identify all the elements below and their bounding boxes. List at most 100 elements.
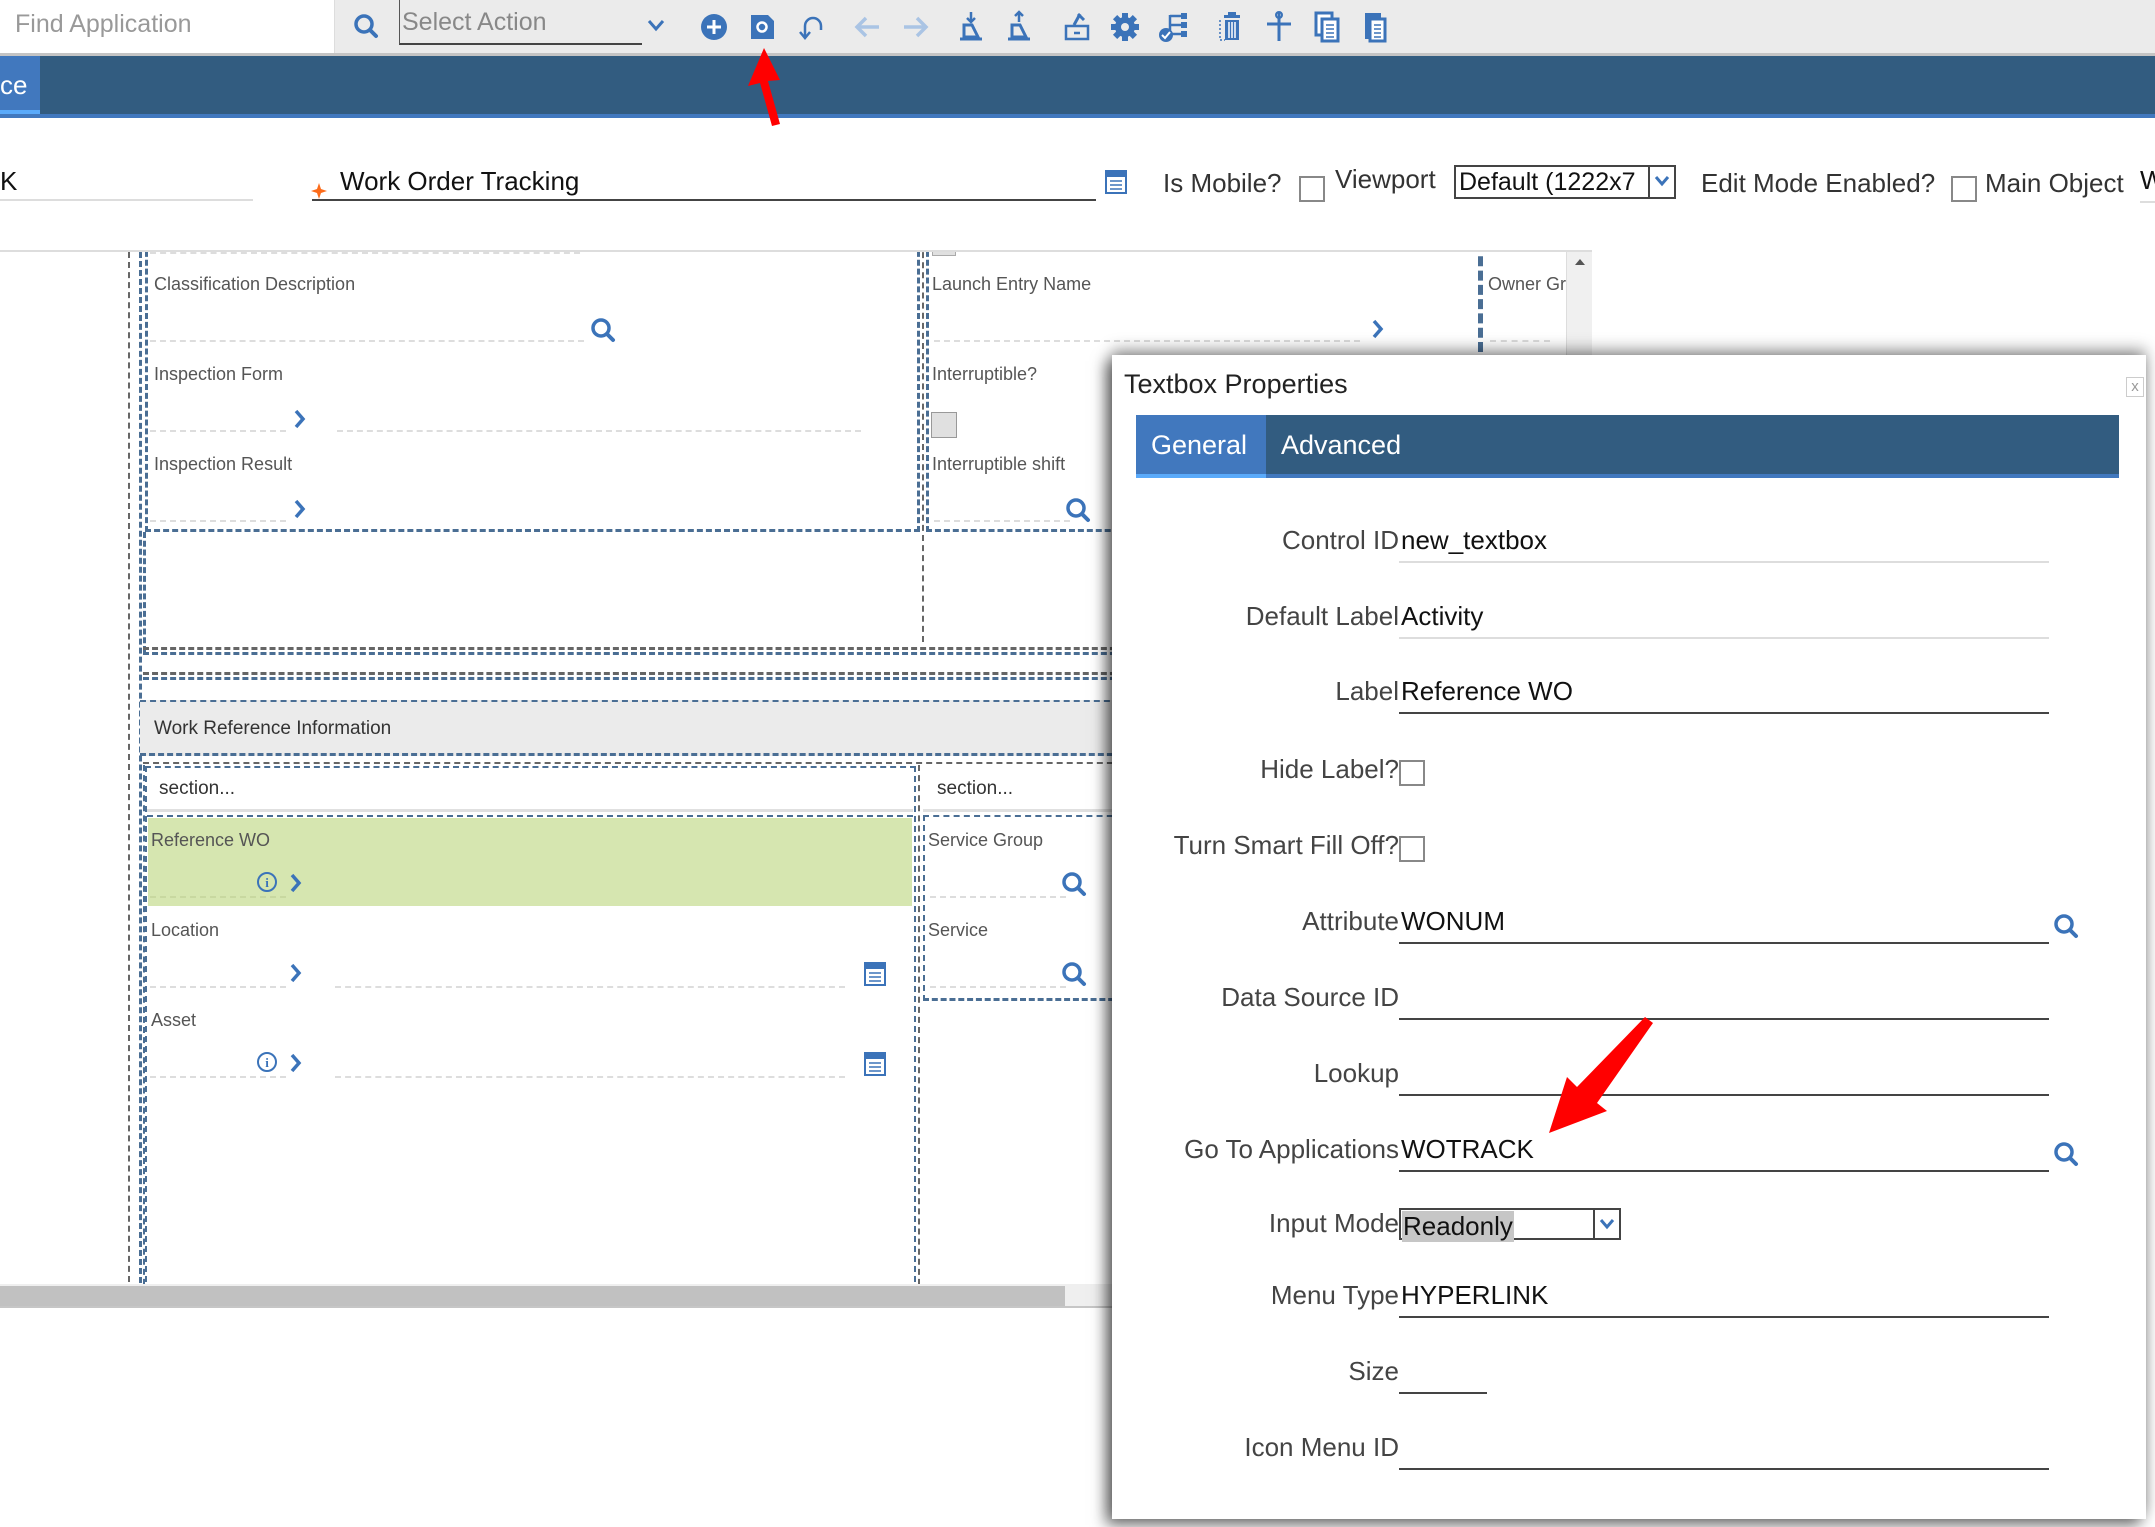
field-label: Classification Description <box>154 274 356 294</box>
section-separator <box>143 672 1143 675</box>
main-object-field[interactable]: W <box>2140 165 2155 203</box>
horizontal-scrollbar-thumb[interactable] <box>0 1286 1065 1306</box>
is-mobile-label: Is Mobile? <box>1163 168 1282 198</box>
annotation-arrow-down-icon <box>1549 1017 1653 1133</box>
field-input-line <box>930 896 1066 898</box>
checkbox-partial[interactable] <box>932 252 956 256</box>
annotation-arrow-up-icon <box>748 48 780 126</box>
chevron-down-icon[interactable] <box>1593 1210 1619 1238</box>
vertical-scrollbar[interactable] <box>1566 252 1592 362</box>
label-field[interactable]: Reference WO <box>1399 676 2049 714</box>
copy-icon[interactable] <box>1310 10 1344 44</box>
go-to-applications-field[interactable]: WOTRACK <box>1399 1134 2049 1172</box>
field-input-line <box>150 986 286 988</box>
horizontal-scrollbar[interactable] <box>0 1284 1115 1308</box>
default-label-field[interactable]: Activity <box>1399 601 2049 639</box>
control-id-field[interactable]: new_textbox <box>1399 525 2049 563</box>
add-new-icon[interactable] <box>697 10 731 44</box>
lookup-field[interactable] <box>1399 1058 2049 1096</box>
find-application-input[interactable]: Find Application <box>0 0 335 53</box>
svg-text:i: i <box>265 875 269 890</box>
field-input-line <box>934 340 1360 342</box>
guide <box>918 765 920 1295</box>
dialog-tab-bar: General Advanced <box>1136 415 2119 478</box>
info-icon[interactable]: i <box>256 871 278 893</box>
back-arrow-icon[interactable] <box>851 10 885 44</box>
menu-type-field[interactable]: HYPERLINK <box>1399 1280 2049 1318</box>
long-description-icon[interactable] <box>1105 170 1127 199</box>
long-description-icon[interactable] <box>864 1052 886 1076</box>
input-mode-select[interactable]: Readonly <box>1399 1208 1621 1242</box>
cut-icon[interactable] <box>1262 10 1296 44</box>
chevron-down-icon[interactable] <box>1648 167 1674 197</box>
forward-arrow-icon[interactable] <box>898 10 932 44</box>
info-icon[interactable]: i <box>256 1051 278 1073</box>
attribute-field[interactable]: WONUM <box>1399 906 2049 944</box>
data-source-id-field[interactable] <box>1399 982 2049 1020</box>
chevron-right-icon[interactable] <box>292 498 308 520</box>
delete-icon[interactable] <box>1214 10 1248 44</box>
hierarchy-icon[interactable] <box>1156 10 1190 44</box>
section-title: Work Reference Information <box>154 718 392 739</box>
magnifier-icon[interactable] <box>2052 912 2082 947</box>
prop-label: Turn Smart Fill Off? <box>1173 830 1399 860</box>
magnifier-icon[interactable] <box>2052 1140 2082 1175</box>
prop-label: Default Label <box>1245 601 1399 631</box>
chevron-right-icon[interactable] <box>1370 318 1386 340</box>
prop-label: Icon Menu ID <box>1244 1432 1399 1462</box>
close-icon[interactable]: x <box>2126 377 2144 397</box>
prop-row-icon-menu-id: Icon Menu ID <box>1112 1432 2146 1472</box>
edit-mode-label: Edit Mode Enabled? <box>1701 168 1936 198</box>
field-label: Location <box>151 920 220 940</box>
sub-section-header[interactable]: section... <box>923 768 1123 812</box>
tab-advanced[interactable]: Advanced <box>1266 415 1423 478</box>
paste-icon[interactable] <box>1358 10 1392 44</box>
toolbar: Find Application Select Action <box>0 0 2155 56</box>
magnifier-icon[interactable] <box>1060 870 1090 900</box>
export-icon[interactable] <box>1002 10 1036 44</box>
icon-menu-id-field[interactable] <box>1399 1432 2049 1470</box>
select-action-dropdown[interactable]: Select Action <box>399 0 642 45</box>
field-input-line <box>934 520 1070 522</box>
is-mobile-checkbox[interactable] <box>1299 176 1325 202</box>
design-mode-icon[interactable] <box>746 10 780 44</box>
field-description-line <box>335 1076 845 1078</box>
interruptible-checkbox[interactable] <box>931 412 957 438</box>
application-title-field[interactable]: Work Order Tracking <box>312 163 1096 201</box>
chevron-down-icon[interactable] <box>645 14 667 36</box>
chevron-right-icon[interactable] <box>288 1052 304 1074</box>
prop-label: Size <box>1348 1356 1399 1386</box>
size-field[interactable] <box>1399 1356 1487 1394</box>
guide <box>922 252 924 642</box>
prop-label: Label <box>1335 676 1399 706</box>
smart-fill-off-checkbox[interactable] <box>1399 836 1425 862</box>
chevron-right-icon[interactable] <box>288 962 304 984</box>
field-input-line <box>930 986 1066 988</box>
remove-from-container-icon[interactable] <box>1060 10 1094 44</box>
import-icon[interactable] <box>954 10 988 44</box>
left-header-field[interactable]: K <box>0 163 253 201</box>
viewport-select[interactable]: Default (1222x7 <box>1454 165 1676 199</box>
search-icon[interactable] <box>352 12 382 42</box>
prop-row-input-mode: Input Mode Readonly <box>1112 1208 2146 1248</box>
main-object-label: Main Object <box>1985 168 2124 198</box>
dash-line <box>150 252 580 254</box>
prop-row-attribute: Attribute WONUM <box>1112 906 2146 946</box>
section-header[interactable]: Work Reference Information <box>140 700 1140 756</box>
gear-icon[interactable] <box>1108 10 1142 44</box>
edit-mode-checkbox[interactable] <box>1951 176 1977 202</box>
chevron-right-icon[interactable] <box>288 872 304 894</box>
tab-general[interactable]: General <box>1136 415 1266 478</box>
prop-row-default-label: Default Label Activity <box>1112 601 2146 641</box>
magnifier-icon[interactable] <box>1064 496 1094 526</box>
input-mode-value: Readonly <box>1402 1211 1514 1242</box>
guide <box>143 532 146 652</box>
magnifier-icon[interactable] <box>1060 960 1090 990</box>
chevron-right-icon[interactable] <box>292 408 308 430</box>
hide-label-checkbox[interactable] <box>1399 760 1425 786</box>
undo-icon[interactable] <box>795 10 829 44</box>
dialog-title: Textbox Properties <box>1124 369 1348 399</box>
magnifier-icon[interactable] <box>589 316 619 346</box>
nav-tab-active[interactable]: ce <box>0 56 40 114</box>
long-description-icon[interactable] <box>864 962 886 986</box>
